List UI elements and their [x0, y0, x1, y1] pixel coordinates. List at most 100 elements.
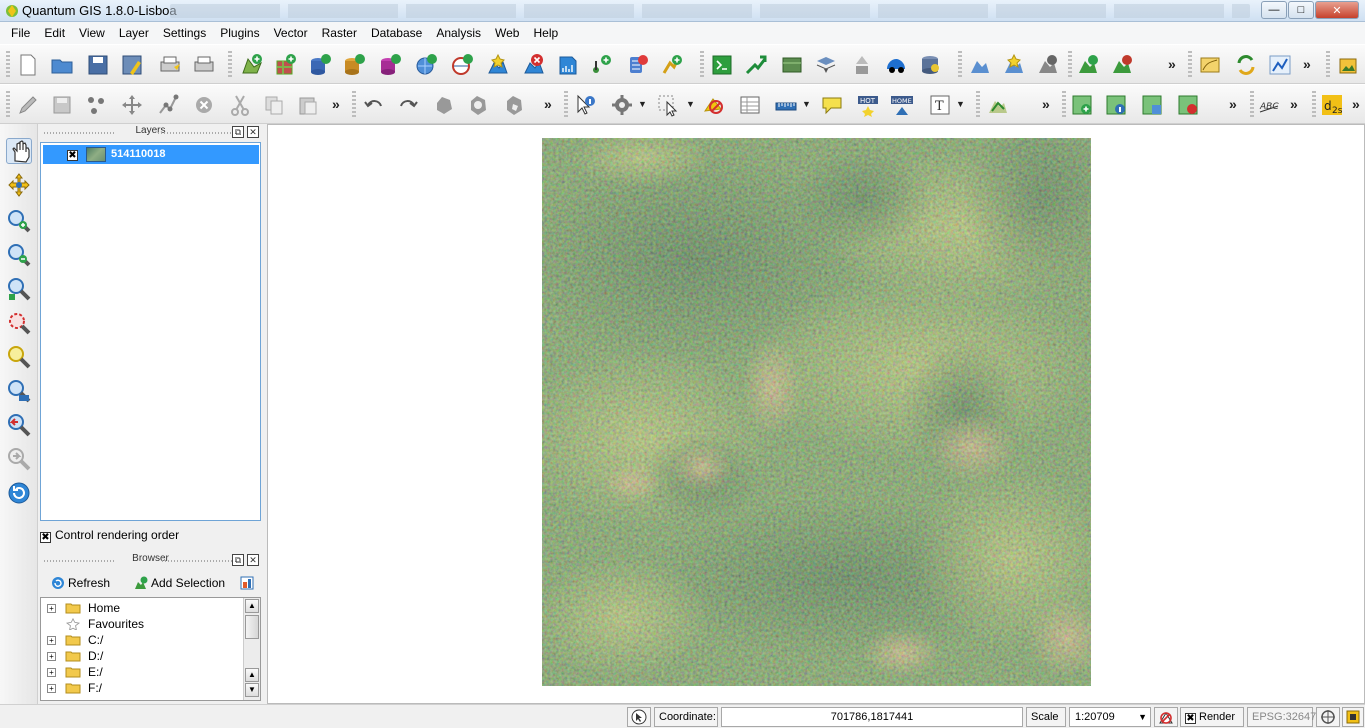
action-dropdown-arrow[interactable]: ▼ — [638, 99, 647, 109]
layers-float-button[interactable]: ⧉ — [232, 126, 244, 138]
toolbar-overflow[interactable]: » — [1042, 96, 1050, 112]
refresh-map-icon[interactable] — [6, 480, 32, 506]
render-toggle[interactable]: ✖ Render — [1180, 707, 1244, 727]
layer-info-icon[interactable] — [1104, 93, 1128, 117]
scale-dropdown-arrow[interactable]: ▼ — [1138, 708, 1147, 726]
db-manager-icon[interactable] — [918, 53, 942, 77]
layer-item[interactable]: ✖ 514110018 — [43, 145, 259, 164]
add-selection-button[interactable]: Add Selection — [134, 576, 225, 590]
node-tool-icon[interactable] — [156, 93, 180, 117]
menu-raster[interactable]: Raster — [315, 22, 364, 44]
composer-manager-icon[interactable] — [192, 53, 216, 77]
layer-properties-icon[interactable] — [1140, 93, 1164, 117]
image-export-icon[interactable] — [1336, 53, 1360, 77]
collapse-all-button[interactable] — [240, 576, 257, 590]
browser-item-home[interactable]: + Home — [45, 600, 241, 616]
menu-database[interactable]: Database — [364, 22, 429, 44]
add-delimited-text-icon[interactable] — [590, 53, 614, 77]
toolbar-handle[interactable] — [700, 51, 704, 79]
browser-item-e-drive[interactable]: + E:/ — [45, 664, 241, 680]
menu-vector[interactable]: Vector — [267, 22, 315, 44]
scroll-down-arrow[interactable]: ▼ — [245, 683, 259, 697]
refresh-button[interactable]: Refresh — [51, 576, 110, 590]
spatial-query-icon[interactable] — [850, 53, 874, 77]
close-button[interactable]: ✕ — [1315, 1, 1359, 19]
save-project-icon[interactable] — [86, 53, 110, 77]
menu-layer[interactable]: Layer — [112, 22, 156, 44]
menu-help[interactable]: Help — [526, 22, 565, 44]
add-postgis-layer-icon[interactable] — [308, 53, 332, 77]
add-spatialite-layer-icon[interactable] — [342, 53, 366, 77]
toggle-editing-icon[interactable] — [16, 93, 40, 117]
heatmap-icon[interactable] — [814, 53, 838, 77]
control-rendering-order[interactable]: ✖ Control rendering order — [40, 528, 179, 543]
toolbar-overflow[interactable]: » — [1168, 56, 1176, 72]
layers-tree[interactable]: ✖ 514110018 — [40, 142, 261, 521]
add-line-layer-icon[interactable] — [1110, 53, 1134, 77]
expand-icon[interactable]: + — [47, 668, 56, 677]
paste-features-icon[interactable] — [296, 93, 320, 117]
add-oracle-layer-icon[interactable] — [626, 53, 650, 77]
toolbar-handle[interactable] — [6, 51, 10, 79]
add-mssql-layer-icon[interactable] — [378, 53, 402, 77]
menu-analysis[interactable]: Analysis — [429, 22, 488, 44]
map-tips-icon[interactable] — [820, 93, 844, 117]
add-wcs-layer-icon[interactable] — [450, 53, 474, 77]
browser-float-button[interactable]: ⧉ — [232, 554, 244, 566]
menu-view[interactable]: View — [72, 22, 112, 44]
label-tool-icon[interactable]: ABC — [1258, 93, 1282, 117]
toolbar-handle[interactable] — [976, 91, 980, 119]
zoom-next-icon[interactable] — [6, 446, 32, 472]
select-dropdown-arrow[interactable]: ▼ — [686, 99, 695, 109]
delete-selected-icon[interactable] — [192, 93, 216, 117]
remove-vector-feature-icon[interactable] — [1176, 93, 1200, 117]
save-as-icon[interactable] — [120, 53, 144, 77]
expand-icon[interactable]: + — [47, 604, 56, 613]
new-vector-feature-icon[interactable] — [1070, 93, 1094, 117]
add-wfs-layer-icon[interactable] — [660, 53, 684, 77]
scroll-up-arrow[interactable]: ▲ — [245, 668, 259, 682]
map-canvas[interactable] — [267, 124, 1365, 704]
toolbar-handle[interactable] — [6, 91, 10, 119]
add-vector-layer-icon[interactable] — [240, 53, 264, 77]
toolbar-overflow[interactable]: » — [1352, 96, 1360, 112]
add-feature-icon[interactable] — [84, 93, 108, 117]
toolbar-handle[interactable] — [1312, 91, 1316, 119]
toolbar-overflow[interactable]: » — [332, 96, 340, 112]
toolbar-overflow[interactable]: » — [1229, 96, 1237, 112]
cut-features-icon[interactable] — [228, 93, 252, 117]
new-print-composer-icon[interactable] — [158, 53, 182, 77]
browser-item-d-drive[interactable]: + D:/ — [45, 648, 241, 664]
move-feature-icon[interactable] — [120, 93, 144, 117]
menu-settings[interactable]: Settings — [156, 22, 213, 44]
scroll-up-arrow[interactable]: ▲ — [245, 599, 259, 613]
toolbar-handle[interactable] — [228, 51, 232, 79]
annotation-dropdown-arrow[interactable]: ▼ — [956, 99, 965, 109]
render-checkbox[interactable]: ✖ — [1185, 713, 1196, 724]
layer-visibility-checkbox[interactable]: ✖ — [67, 150, 78, 161]
zoom-out-icon[interactable] — [6, 242, 32, 268]
new-project-icon[interactable] — [16, 53, 40, 77]
remove-plugin-icon[interactable] — [1036, 53, 1060, 77]
add-point-layer-icon[interactable] — [1076, 53, 1100, 77]
select-features-icon[interactable] — [656, 93, 680, 117]
layers-close-button[interactable]: ✕ — [247, 126, 259, 138]
toolbar-handle[interactable] — [564, 91, 568, 119]
toolbar-overflow[interactable]: » — [1303, 56, 1311, 72]
scroll-thumb[interactable] — [245, 615, 259, 639]
measure-line-icon[interactable] — [774, 93, 798, 117]
identify-features-icon[interactable] — [574, 93, 598, 117]
gps-tools-icon[interactable] — [744, 53, 768, 77]
menu-plugins[interactable]: Plugins — [213, 22, 266, 44]
add-wms-layer-icon[interactable] — [414, 53, 438, 77]
browser-item-c-drive[interactable]: + C:/ — [45, 632, 241, 648]
add-raster-layer-icon[interactable] — [274, 53, 298, 77]
zoom-to-selection-icon[interactable] — [6, 310, 32, 336]
zoom-last-icon[interactable] — [6, 412, 32, 438]
zoom-native-resolution-icon[interactable] — [6, 378, 32, 404]
zoom-in-icon[interactable] — [6, 208, 32, 234]
deselect-features-icon[interactable] — [702, 93, 726, 117]
browser-close-button[interactable]: ✕ — [247, 554, 259, 566]
refresh-sync-icon[interactable] — [1234, 53, 1258, 77]
undo-icon[interactable] — [362, 93, 386, 117]
